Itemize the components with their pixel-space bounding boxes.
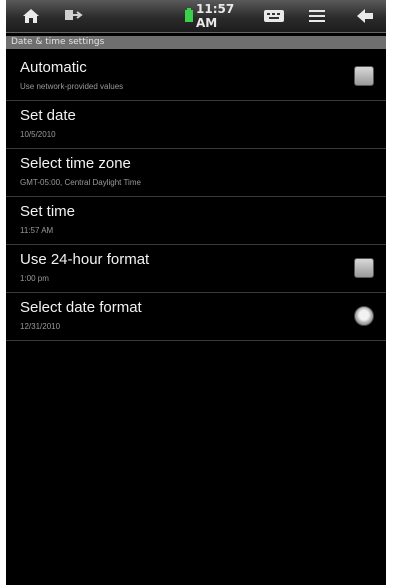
setting-24-hour-format[interactable]: Use 24-hour format 1:00 pm: [6, 245, 386, 293]
device-screen: 11:57 AM Date & time settings Automatic: [6, 0, 386, 585]
setting-title: Use 24-hour format: [20, 251, 150, 268]
setting-title: Set time: [20, 203, 76, 220]
24-hour-checkbox[interactable]: [354, 258, 374, 278]
automatic-checkbox[interactable]: [354, 66, 374, 86]
setting-date-format[interactable]: Select date format 12/31/2010: [6, 293, 386, 341]
battery-icon: [182, 0, 196, 32]
status-bar: 11:57 AM: [6, 0, 386, 33]
setting-set-time[interactable]: Set time 11:57 AM: [6, 197, 386, 245]
home-icon[interactable]: [18, 0, 44, 32]
setting-subtitle: 10/5/2010: [20, 130, 56, 139]
menu-icon[interactable]: [304, 0, 330, 32]
back-icon[interactable]: [350, 0, 380, 32]
setting-title: Automatic: [20, 59, 87, 76]
setting-subtitle: Use network-provided values: [20, 82, 124, 91]
usb-icon: [60, 0, 86, 32]
date-format-radio[interactable]: [354, 306, 374, 326]
setting-subtitle: 11:57 AM: [20, 226, 54, 235]
setting-title: Select time zone: [20, 155, 131, 172]
setting-title: Select date format: [20, 299, 142, 316]
settings-list: Automatic Use network-provided values Se…: [6, 53, 386, 341]
status-clock: 11:57 AM: [196, 2, 235, 30]
setting-title: Set date: [20, 107, 76, 124]
setting-time-zone[interactable]: Select time zone GMT-05:00, Central Dayl…: [6, 149, 386, 197]
setting-subtitle: 1:00 pm: [20, 274, 49, 283]
setting-subtitle: 12/31/2010: [20, 322, 61, 331]
setting-subtitle: GMT-05:00, Central Daylight Time: [20, 178, 141, 187]
keyboard-icon[interactable]: [260, 0, 288, 32]
section-header: Date & time settings: [6, 36, 386, 49]
setting-automatic[interactable]: Automatic Use network-provided values: [6, 53, 386, 101]
setting-set-date[interactable]: Set date 10/5/2010: [6, 101, 386, 149]
